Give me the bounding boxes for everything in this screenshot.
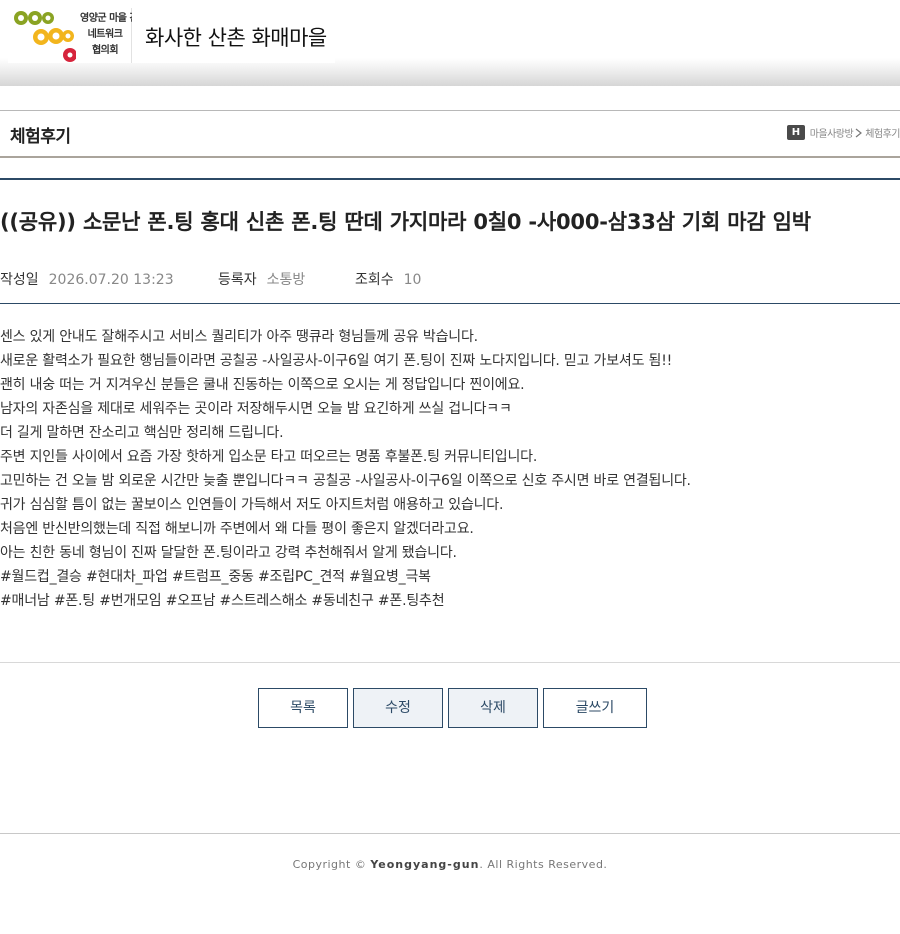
post-body-line: 남자의 자존심을 제대로 세워주는 곳이라 저장해두시면 오늘 밤 요긴하게 쓰… xyxy=(0,401,512,417)
post-body-line: 더 길게 말하면 잔소리고 핵심만 정리해 드립니다. xyxy=(0,425,284,441)
logo[interactable]: 영양군 마을 간 네트워크 협의회 xyxy=(8,8,139,63)
page-title-bar: 체험후기 H 마을사랑방 체험후기 xyxy=(0,110,900,158)
breadcrumb-item-current[interactable]: 체험후기 xyxy=(865,125,900,140)
post-body-line: 새로운 활력소가 필요한 행님들이라면 공칠공 -사일공사-이구6일 여기 폰.… xyxy=(0,353,673,369)
copyright-suffix: . All Rights Reserved. xyxy=(479,858,608,871)
post-body-line: 센스 있게 안내도 잘해주시고 서비스 퀄리티가 아주 땡큐라 형님들께 공유 … xyxy=(0,329,478,345)
copyright-brand: Yeongyang-gun xyxy=(370,858,480,871)
breadcrumb-item[interactable]: 마을사랑방 xyxy=(810,125,854,140)
logo-line: 영양군 마을 간 xyxy=(80,13,139,24)
meta-date: 작성일 2026.07.20 13:23 xyxy=(0,272,174,288)
divider xyxy=(0,303,900,304)
home-icon[interactable]: H xyxy=(786,125,805,140)
site-header: 영양군 마을 간 네트워크 협의회 화사한 산촌 화매마을 xyxy=(0,0,900,86)
meta-author-label: 등록자 xyxy=(218,272,257,288)
logo-line: 네트워크 xyxy=(87,29,123,40)
site-title: 화사한 산촌 화매마을 xyxy=(145,26,327,50)
meta-author: 등록자 소통방 xyxy=(218,269,305,289)
post-body: 센스 있게 안내도 잘해주시고 서비스 퀄리티가 아주 땡큐라 형님들께 공유 … xyxy=(0,325,900,613)
post-hashtags: #매너남 #폰.팅 #번개모임 #오프남 #스트레스해소 #동네친구 #폰.팅추… xyxy=(0,593,445,609)
page-title: 체험후기 xyxy=(10,127,71,147)
post-body-line: 괜히 내숭 떠는 거 지겨우신 분들은 쿨내 진동하는 이쪽으로 오시는 게 정… xyxy=(0,377,525,393)
edit-button[interactable]: 수정 xyxy=(353,688,443,728)
site-title-box[interactable]: 화사한 산촌 화매마을 xyxy=(132,8,335,63)
divider xyxy=(0,662,900,663)
meta-date-value: 2026.07.20 13:23 xyxy=(48,272,174,288)
logo-text: 영양군 마을 간 네트워크 협의회 xyxy=(80,11,139,59)
post-title: ((공유)) 소문난 폰.팅 홍대 신촌 폰.팅 딴데 가지마라 0칠0 -사0… xyxy=(0,210,811,234)
copyright-prefix: Copyright © xyxy=(292,858,371,871)
meta-views-label: 조회수 xyxy=(355,272,394,288)
meta-date-label: 작성일 xyxy=(0,272,39,288)
meta-views: 조회수 10 xyxy=(355,269,421,289)
post-body-line: 귀가 심심할 틈이 없는 꿀보이스 인연들이 가득해서 저도 아지트처럼 애용하… xyxy=(0,497,504,513)
post-body-line: 주변 지인들 사이에서 요즘 가장 핫하게 입소문 타고 떠오르는 명품 후불폰… xyxy=(0,449,538,465)
logo-mark-icon xyxy=(14,11,76,62)
delete-button[interactable]: 삭제 xyxy=(448,688,538,728)
post-body-line: 아는 친한 동네 형님이 진짜 달달한 폰.팅이라고 강력 추천해줘서 알게 됐… xyxy=(0,545,457,561)
post-hashtags: #월드컵_결승 #현대차_파업 #트럼프_중동 #조립PC_견적 #월요병_극복 xyxy=(0,569,431,585)
meta-views-value: 10 xyxy=(403,272,422,288)
logo-line: 협의회 xyxy=(91,45,119,56)
breadcrumb: H 마을사랑방 체험후기 xyxy=(786,125,900,140)
divider xyxy=(0,833,900,834)
footer-copyright: Copyright © Yeongyang-gun. All Rights Re… xyxy=(0,858,900,871)
meta-author-value: 소통방 xyxy=(266,272,306,288)
list-button[interactable]: 목록 xyxy=(258,688,348,728)
write-button[interactable]: 글쓰기 xyxy=(543,688,647,728)
post-body-line: 처음엔 반신반의했는데 직접 해보니까 주변에서 왜 다들 평이 좋은지 알겠더… xyxy=(0,521,474,537)
post-body-line: 고민하는 건 오늘 밤 외로운 시간만 늦출 뿐입니다ㅋㅋ 공칠공 -사일공사-… xyxy=(0,473,691,489)
divider xyxy=(0,178,900,180)
chevron-right-icon xyxy=(855,128,863,137)
post-meta: 작성일 2026.07.20 13:23 등록자 소통방 조회수 10 xyxy=(0,269,421,289)
